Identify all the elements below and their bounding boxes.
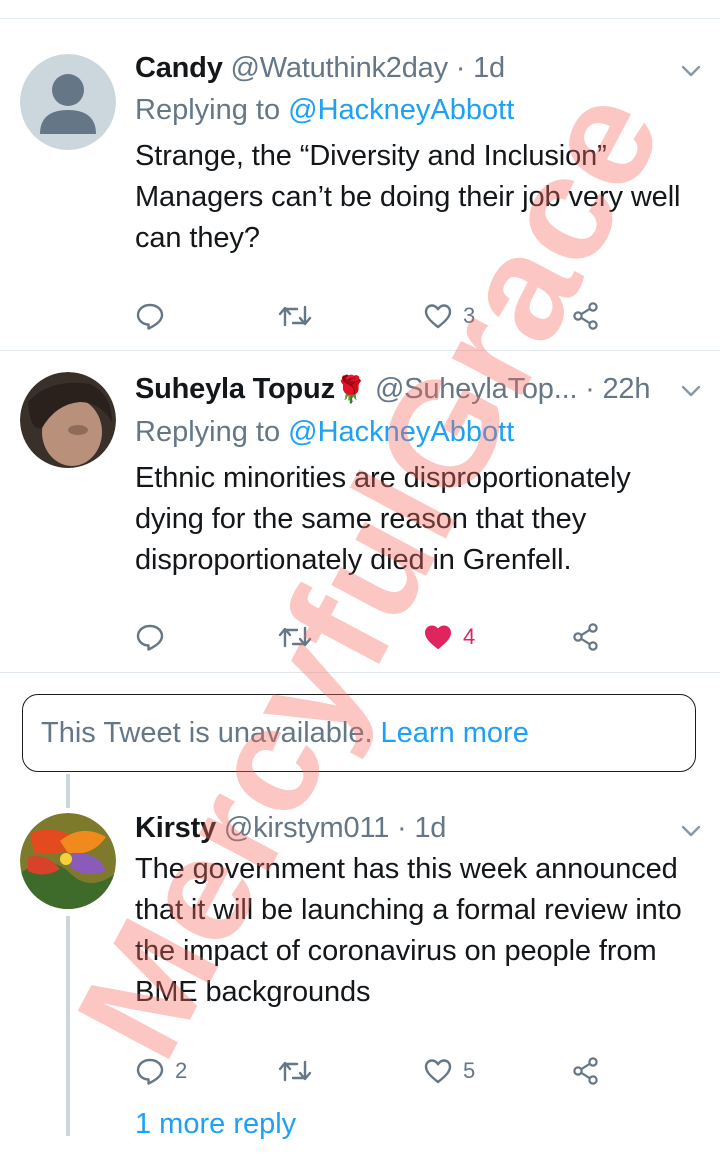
replying-to: Replying to @HackneyAbbott bbox=[135, 414, 514, 450]
share-button[interactable] bbox=[571, 1051, 601, 1091]
display-name[interactable]: Kirsty bbox=[135, 812, 216, 844]
top-divider bbox=[0, 18, 720, 19]
reply-count: 2 bbox=[175, 1058, 188, 1083]
like-button[interactable]: 4 bbox=[423, 617, 475, 657]
share-icon bbox=[573, 1057, 598, 1085]
like-icon bbox=[424, 1059, 452, 1084]
retweet-icon bbox=[278, 626, 312, 648]
unavailable-tweet-card: This Tweet is unavailable. Learn more bbox=[22, 694, 696, 772]
timestamp[interactable]: 1d bbox=[473, 52, 505, 84]
learn-more-link[interactable]: Learn more bbox=[381, 717, 529, 750]
reply-icon bbox=[136, 303, 164, 330]
thread-connector bbox=[66, 774, 70, 808]
share-button[interactable] bbox=[571, 296, 601, 336]
chevron-down-icon[interactable] bbox=[678, 378, 704, 404]
share-icon bbox=[573, 302, 598, 330]
avatar[interactable] bbox=[20, 54, 116, 150]
timestamp[interactable]: 22h bbox=[603, 373, 651, 405]
tweet-actions: 4 bbox=[135, 617, 615, 657]
like-count: 3 bbox=[463, 303, 476, 328]
replying-prefix: Replying to bbox=[135, 416, 281, 448]
liked-heart-icon bbox=[425, 625, 451, 649]
tweet-text: Ethnic minorities are disproportionately… bbox=[135, 462, 631, 576]
tweet-text: Strange, the “Diversity and Inclusion” M… bbox=[135, 140, 681, 254]
tweet-actions: 2 5 bbox=[135, 1051, 615, 1091]
like-count: 5 bbox=[463, 1058, 476, 1083]
mention-link[interactable]: @HackneyAbbott bbox=[288, 94, 514, 126]
chevron-down-icon[interactable] bbox=[678, 818, 704, 844]
user-handle[interactable]: @kirstym011 bbox=[224, 812, 389, 844]
reply-icon bbox=[136, 624, 164, 651]
reply-button[interactable]: 2 bbox=[135, 1051, 187, 1091]
share-icon bbox=[573, 623, 598, 651]
retweet-icon bbox=[278, 305, 312, 327]
tweet-text: The government has this week announced t… bbox=[135, 853, 682, 1008]
like-button[interactable]: 5 bbox=[423, 1051, 475, 1091]
tweet-divider bbox=[0, 350, 720, 351]
reply-icon bbox=[136, 1058, 164, 1085]
display-name[interactable]: Suheyla Topuz bbox=[135, 373, 335, 405]
tweet-header: Suheyla Topuz🌹 @SuheylaTop... · 22h bbox=[135, 371, 650, 407]
separator-dot: · bbox=[397, 812, 407, 844]
like-icon bbox=[424, 304, 452, 329]
like-count: 4 bbox=[463, 624, 476, 649]
retweet-button[interactable] bbox=[277, 1051, 323, 1091]
chevron-down-icon[interactable] bbox=[678, 58, 704, 84]
mention-link[interactable]: @HackneyAbbott bbox=[288, 416, 514, 448]
retweet-button[interactable] bbox=[277, 617, 323, 657]
rose-emoji: 🌹 bbox=[334, 374, 368, 404]
tweet-header: Kirsty @kirstym011 · 1d bbox=[135, 810, 446, 846]
avatar[interactable] bbox=[20, 372, 116, 468]
user-handle[interactable]: @SuheylaTop... bbox=[375, 373, 578, 405]
retweet-icon bbox=[278, 1060, 312, 1082]
separator-dot: · bbox=[585, 373, 595, 405]
replying-to: Replying to @HackneyAbbott bbox=[135, 92, 514, 128]
timestamp[interactable]: 1d bbox=[414, 812, 446, 844]
user-handle[interactable]: @Watuthink2day bbox=[231, 52, 449, 84]
like-button[interactable]: 3 bbox=[423, 296, 475, 336]
more-replies-link[interactable]: 1 more reply bbox=[135, 1108, 296, 1141]
avatar[interactable] bbox=[20, 813, 116, 909]
reply-button[interactable] bbox=[135, 617, 175, 657]
tweet-header: Candy @Watuthink2day · 1d bbox=[135, 50, 505, 86]
separator-dot: · bbox=[455, 52, 466, 84]
tweet-divider bbox=[0, 672, 720, 673]
share-button[interactable] bbox=[571, 617, 601, 657]
tweet-actions: 3 bbox=[135, 296, 615, 336]
thread-connector bbox=[66, 916, 70, 1136]
unavailable-text: This Tweet is unavailable. bbox=[41, 716, 373, 749]
retweet-button[interactable] bbox=[277, 296, 323, 336]
replying-prefix: Replying to bbox=[135, 94, 281, 126]
display-name[interactable]: Candy bbox=[135, 52, 223, 84]
reply-button[interactable] bbox=[135, 296, 175, 336]
